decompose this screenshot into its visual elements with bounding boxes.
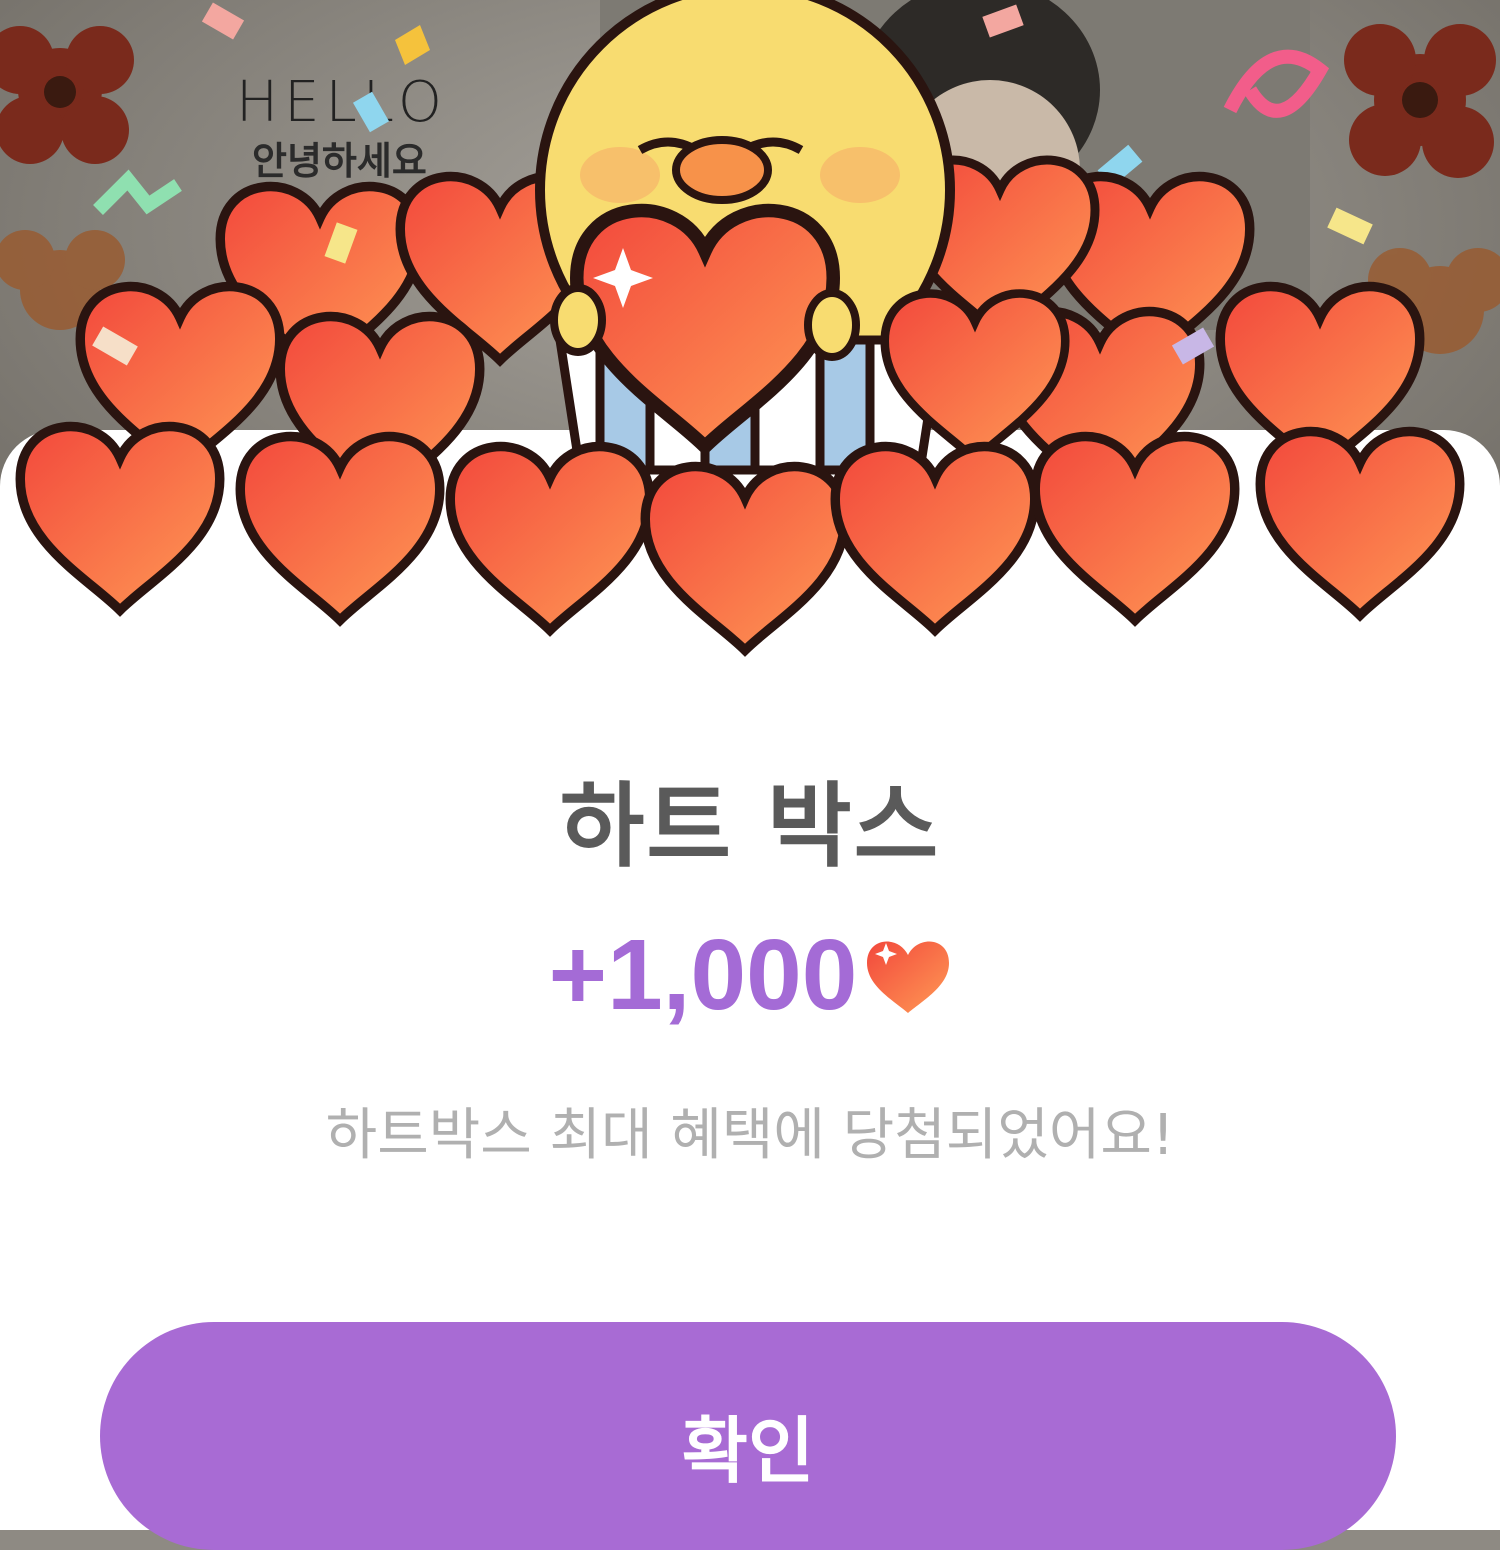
reward-row: +1,000: [0, 918, 1500, 1033]
heart-box-illustration: [0, 0, 1500, 670]
heart-icon: [867, 941, 950, 1013]
dialog-title: 하트 박스: [559, 773, 941, 880]
confirm-button[interactable]: 확인: [100, 1322, 1396, 1550]
result-message: 하트박스 최대 혜택에 당첨되었어요!: [325, 1103, 1175, 1168]
reward-amount: +1,000: [548, 919, 858, 1031]
confirm-button-label: 확인: [681, 1409, 815, 1493]
